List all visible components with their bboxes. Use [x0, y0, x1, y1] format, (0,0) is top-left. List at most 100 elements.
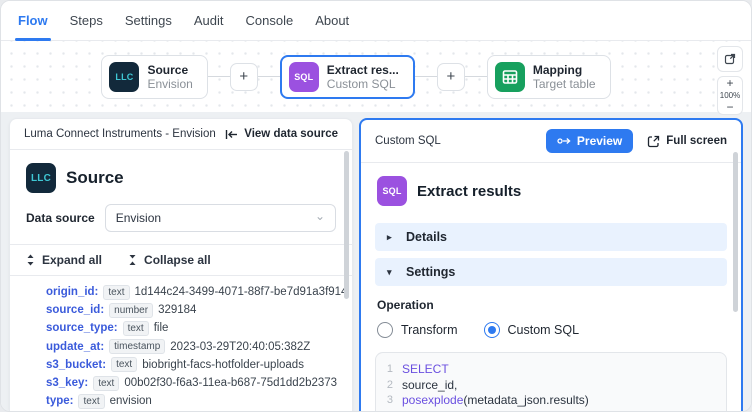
line-number: 1 [376, 362, 402, 378]
fullscreen-button[interactable]: Full screen [647, 135, 727, 148]
preview-run-icon [557, 136, 571, 146]
expand-all-icon [26, 254, 35, 266]
preview-label: Preview [577, 134, 622, 148]
header-actions: Preview Full screen [546, 129, 727, 153]
operation-block: Operation Transform Custom SQL [377, 298, 725, 338]
view-data-source-button[interactable]: View data source [225, 128, 338, 140]
left-panel-scrollbar[interactable] [344, 151, 349, 299]
llc-source-icon: LLC [26, 163, 56, 193]
type-badge: text [93, 376, 119, 391]
add-step-button-2[interactable]: + [437, 63, 465, 91]
llc-source-icon: LLC [109, 62, 139, 92]
tab-about[interactable]: About [304, 1, 360, 40]
sql-text: source_id, [402, 378, 457, 394]
code-line-1: 1SELECT [376, 362, 726, 378]
node-source[interactable]: LLC Source Envision [101, 55, 207, 99]
chevron-down-icon: ⌄ [315, 209, 325, 223]
zoom-control: + 100% − [717, 76, 743, 115]
tab-flow[interactable]: Flow [7, 1, 59, 40]
node-extract-text: Extract res... Custom SQL [327, 63, 399, 91]
node-title: Mapping [533, 63, 596, 77]
edge-connector [208, 76, 230, 78]
open-canvas-button[interactable] [717, 46, 743, 72]
sql-keyword: FROM [402, 409, 437, 412]
tree-row-origin-id[interactable]: origin_id:text1d144c24-3499-4071-88f7-be… [10, 283, 352, 301]
expand-all-label: Expand all [42, 253, 102, 267]
external-link-icon [724, 53, 736, 65]
radio-transform[interactable]: Transform [377, 322, 458, 338]
code-line-4: 4FROM [376, 409, 726, 412]
caret-down-icon: ▾ [387, 267, 397, 278]
sql-step-icon: SQL [377, 176, 407, 206]
right-panel-scrollbar[interactable] [733, 152, 738, 312]
source-heading: Source [66, 168, 124, 188]
edge-connector [415, 76, 437, 78]
data-source-value: Envision [116, 211, 161, 225]
tree-row-s3-key[interactable]: s3_key:text00b02f30-f6a3-11ea-b687-75d1d… [10, 374, 352, 392]
node-mapping[interactable]: Mapping Target table [487, 55, 611, 99]
tab-settings[interactable]: Settings [114, 1, 183, 40]
data-source-row: Data source Envision ⌄ [10, 202, 352, 244]
field-value: file [154, 322, 169, 334]
node-title: Source [147, 63, 192, 77]
zoom-out-button[interactable]: − [718, 101, 742, 114]
tree-row-update-at[interactable]: update_at:timestamp2023-03-29T20:40:05:3… [10, 338, 352, 356]
zoom-in-button[interactable]: + [718, 77, 742, 90]
flow-nodes: LLC Source Envision + SQL Extract res...… [1, 41, 711, 112]
field-value: 00b02f30-f6a3-11ea-b687-75d1dd2b2373 [124, 377, 337, 389]
preview-button[interactable]: Preview [546, 129, 633, 153]
data-source-label: Data source [26, 211, 95, 225]
source-panel-header: Luma Connect Instruments - Envision View… [10, 119, 352, 150]
tree-row-type[interactable]: type:textenvision [10, 392, 352, 410]
field-value: 1d144c24-3499-4071-88f7-be7d91a3f914 [135, 286, 348, 298]
expand-all-button[interactable]: Expand all [26, 253, 102, 267]
sql-keyword: posexplode [402, 393, 463, 409]
sql-code-editor[interactable]: 1SELECT 2source_id, 3posexplode (metadat… [375, 352, 727, 411]
view-data-source-icon [225, 129, 238, 140]
line-number: 3 [376, 393, 402, 409]
type-badge: number [109, 303, 153, 318]
field-key: update_at: [46, 341, 104, 353]
field-value: biobright-facs-hotfolder-uploads [142, 359, 304, 371]
tab-audit[interactable]: Audit [183, 1, 235, 40]
tree-row-source-type[interactable]: source_type:textfile [10, 319, 352, 337]
tree-toolbar: Expand all Collapse all [10, 244, 352, 276]
radio-circle-icon [377, 322, 393, 338]
tree-row-s3-bucket[interactable]: s3_bucket: text biobright-facs-hotfolder-u… [10, 356, 352, 374]
collapse-all-button[interactable]: Collapse all [128, 253, 211, 267]
source-heading-row: LLC Source [10, 150, 352, 202]
tab-steps[interactable]: Steps [59, 1, 114, 40]
collapse-all-icon [128, 254, 137, 266]
type-badge: timestamp [109, 339, 165, 354]
tree-row-source-id[interactable]: source_id:number329184 [10, 301, 352, 319]
field-key: source_id: [46, 304, 104, 316]
type-badge: text [111, 357, 137, 372]
node-extract-results[interactable]: SQL Extract res... Custom SQL [280, 55, 415, 99]
field-key: s3_bucket: [46, 359, 106, 371]
field-value: envision [110, 395, 152, 407]
radio-custom-sql[interactable]: Custom SQL [484, 322, 580, 338]
view-data-source-label: View data source [244, 128, 338, 140]
custom-sql-panel: Custom SQL Preview Full screen [359, 118, 743, 411]
details-label: Details [406, 230, 447, 244]
field-tree: origin_id:text 1d144c24-3499-4071-88f7-be… [10, 276, 352, 411]
add-step-button-1[interactable]: + [230, 63, 258, 91]
step-heading: Extract results [417, 183, 521, 200]
line-number: 2 [376, 378, 402, 394]
collapse-all-label: Collapse all [144, 253, 211, 267]
edge-connector [258, 76, 280, 78]
data-source-select[interactable]: Envision ⌄ [105, 204, 336, 232]
node-mapping-text: Mapping Target table [533, 63, 596, 91]
main-area: Luma Connect Instruments - Envision View… [1, 112, 751, 411]
field-key: origin_id: [46, 286, 98, 298]
tab-console[interactable]: Console [234, 1, 304, 40]
radio-custom-sql-label: Custom SQL [508, 323, 580, 337]
custom-sql-title: Custom SQL [375, 135, 441, 147]
settings-accordion[interactable]: ▾ Settings [375, 258, 727, 286]
flow-canvas[interactable]: LLC Source Envision + SQL Extract res...… [1, 41, 751, 112]
edge-connector [465, 76, 487, 78]
node-subtitle: Custom SQL [327, 77, 399, 91]
tree-row-metadata-version[interactable]: metadata_version:number1.0.11 [10, 410, 352, 411]
operation-label: Operation [377, 298, 725, 312]
details-accordion[interactable]: ▸ Details [375, 223, 727, 251]
